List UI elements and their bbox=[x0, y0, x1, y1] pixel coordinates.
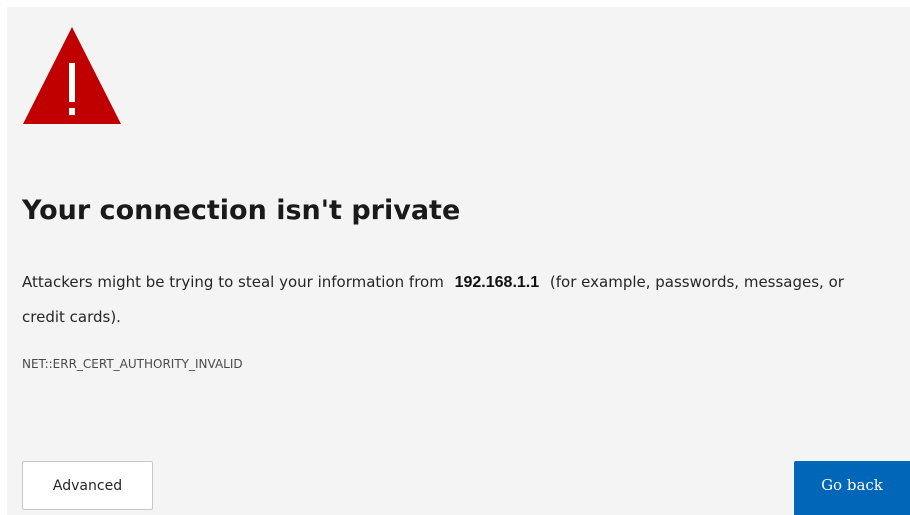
host-address: 192.168.1.1 bbox=[454, 274, 540, 291]
warning-triangle-icon bbox=[22, 25, 122, 125]
error-page: Your connection isn't private Attackers … bbox=[7, 7, 910, 515]
message-text: Attackers might be trying to steal your … bbox=[22, 273, 444, 291]
error-message: Attackers might be trying to steal your … bbox=[22, 265, 890, 335]
go-back-button[interactable]: Go back bbox=[794, 461, 910, 515]
page-title: Your connection isn't private bbox=[22, 195, 461, 226]
error-code: NET::ERR_CERT_AUTHORITY_INVALID bbox=[22, 357, 243, 371]
advanced-button[interactable]: Advanced bbox=[22, 461, 153, 510]
